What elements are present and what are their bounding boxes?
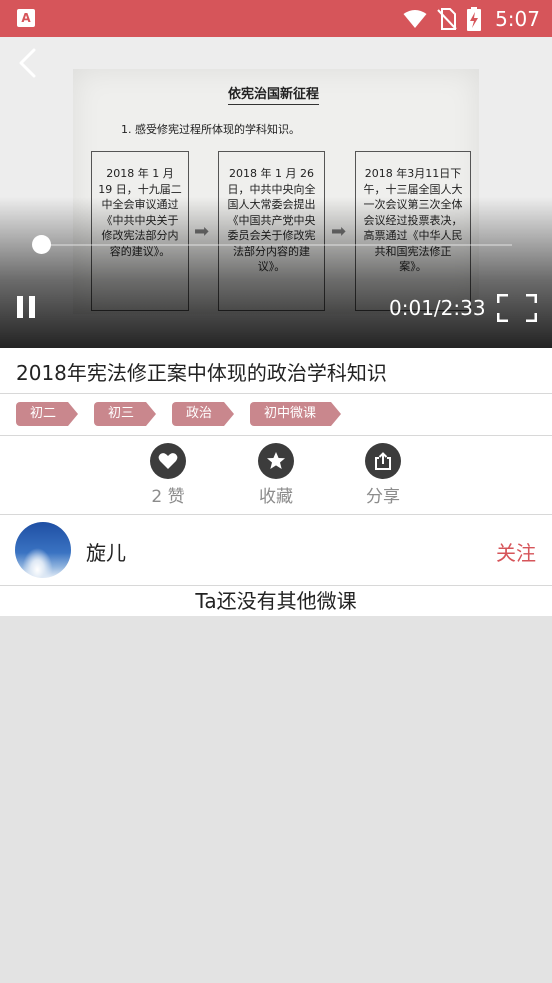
- share-button[interactable]: 分享: [343, 443, 423, 507]
- heart-icon: [150, 443, 186, 479]
- back-icon[interactable]: [14, 47, 42, 79]
- lesson-title: 2018年宪法修正案中体现的政治学科知识: [16, 361, 387, 385]
- share-icon: [365, 443, 401, 479]
- author-row[interactable]: 旋儿 关注: [0, 515, 552, 586]
- status-bar: A 5:07: [0, 0, 552, 37]
- no-sim-icon: [437, 7, 457, 30]
- action-bar: 2 赞 收藏 分享: [0, 436, 552, 515]
- tag-list: 初二 初三 政治 初中微课: [0, 394, 552, 436]
- favorite-button[interactable]: 收藏: [236, 443, 316, 507]
- fullscreen-icon[interactable]: [497, 294, 537, 322]
- tag-grade-9[interactable]: 初三: [94, 402, 156, 426]
- tag-politics[interactable]: 政治: [172, 402, 234, 426]
- video-player[interactable]: 依宪治国新征程 1. 感受修宪过程所体现的学科知识。 2018 年 1 月 19…: [0, 37, 552, 348]
- status-icons: 5:07: [403, 0, 540, 37]
- share-label: 分享: [366, 487, 400, 507]
- like-count: 2 赞: [151, 487, 185, 507]
- follow-button[interactable]: 关注: [496, 537, 536, 566]
- document-subtitle: 1. 感受修宪过程所体现的学科知识。: [121, 123, 300, 136]
- tag-junior-micro-lesson[interactable]: 初中微课: [250, 402, 341, 426]
- empty-state-text: Ta还没有其他微课: [195, 589, 357, 613]
- tag-grade-8[interactable]: 初二: [16, 402, 78, 426]
- controls-gradient: [0, 197, 552, 348]
- other-lessons-section: Ta还没有其他微课: [0, 586, 552, 616]
- like-button[interactable]: 2 赞: [128, 443, 208, 507]
- avatar[interactable]: [15, 522, 71, 578]
- status-time: 5:07: [495, 6, 540, 31]
- pause-icon[interactable]: [15, 296, 37, 318]
- app-notification-icon: A: [17, 9, 35, 27]
- battery-charging-icon: [467, 6, 482, 31]
- progress-bar[interactable]: [42, 244, 512, 246]
- lesson-title-row: 2018年宪法修正案中体现的政治学科知识: [0, 348, 552, 394]
- wifi-icon: [403, 9, 427, 28]
- playback-time: 0:01/2:33: [389, 296, 486, 320]
- author-name[interactable]: 旋儿: [86, 537, 126, 566]
- favorite-label: 收藏: [259, 487, 293, 507]
- progress-knob[interactable]: [32, 235, 51, 254]
- star-icon: [258, 443, 294, 479]
- document-title: 依宪治国新征程: [228, 83, 320, 105]
